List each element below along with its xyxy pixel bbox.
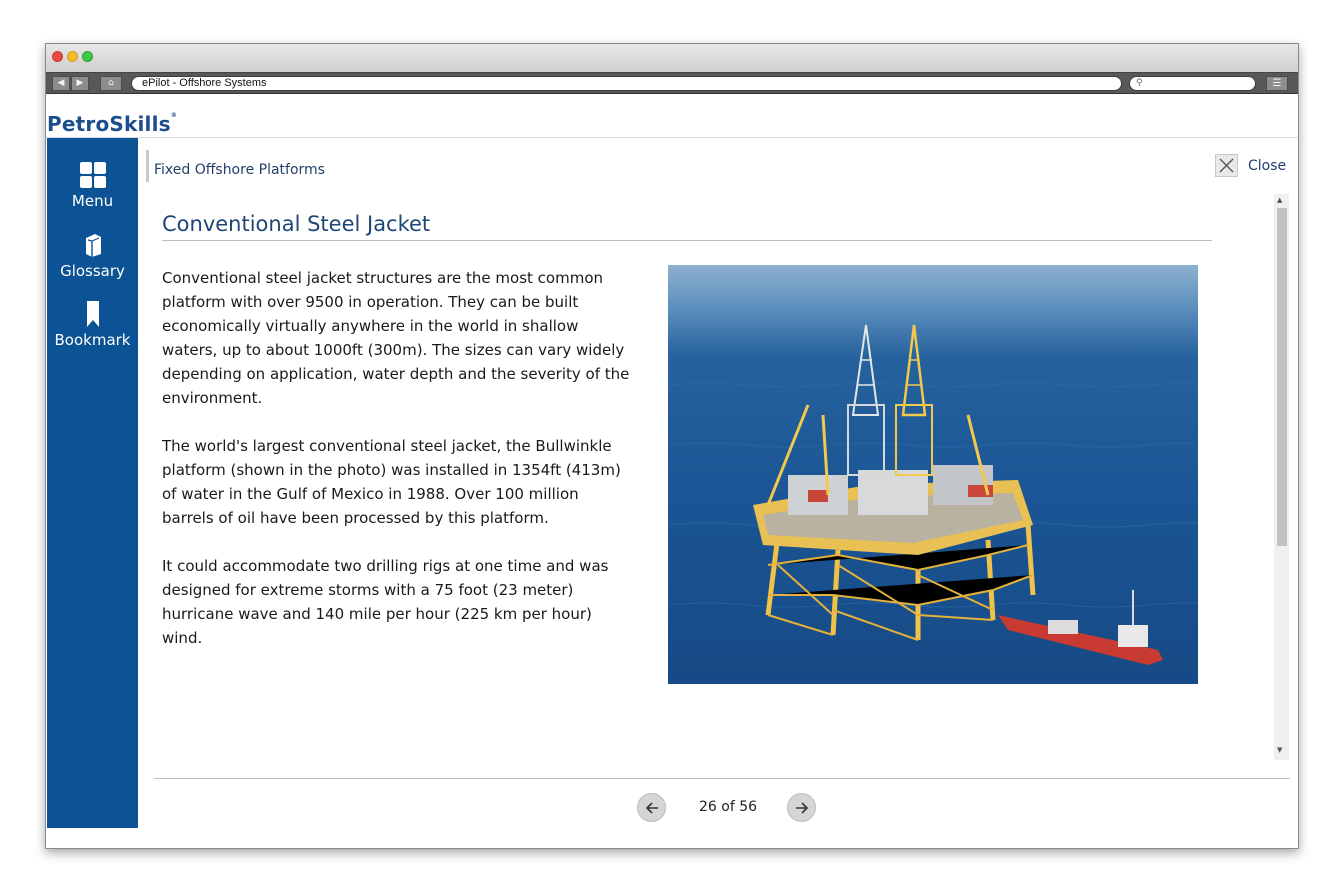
browser-toolbar: ◀ ▶ ⌂ ePilot - Offshore Systems ⚲ ☰ <box>46 72 1298 94</box>
browser-menu-icon[interactable]: ☰ <box>1266 76 1288 91</box>
page-indicator: 26 of 56 <box>698 799 758 815</box>
close-link[interactable]: Close <box>1248 158 1286 174</box>
scroll-down-icon[interactable]: ▼ <box>1277 746 1282 754</box>
title-divider <box>162 240 1212 241</box>
close-button[interactable] <box>1215 154 1238 177</box>
sidebar: Menu Glossary Bookmark <box>47 138 138 828</box>
page-title: Conventional Steel Jacket <box>162 212 431 236</box>
offshore-platform-illustration <box>668 324 1198 665</box>
sidebar-item-menu[interactable]: Menu <box>47 162 138 210</box>
forward-icon[interactable]: ▶ <box>71 76 89 91</box>
book-icon <box>85 234 101 257</box>
close-window-icon[interactable] <box>52 51 63 62</box>
close-icon <box>1219 158 1234 173</box>
grid-icon <box>79 162 106 188</box>
paragraph: The world's largest conventional steel j… <box>162 437 621 527</box>
sidebar-item-label: Menu <box>71 192 114 210</box>
scrollbar-thumb[interactable] <box>1277 208 1287 546</box>
bookmark-icon <box>86 301 99 327</box>
window-titlebar <box>46 44 1298 72</box>
next-page-button[interactable] <box>787 793 816 822</box>
minimize-window-icon[interactable] <box>67 51 78 62</box>
petroskills-logo: PetroSkills® <box>47 112 177 136</box>
footer-divider <box>154 778 1290 779</box>
paragraph: It could accommodate two drilling rigs a… <box>162 557 609 647</box>
sidebar-item-label: Glossary <box>60 262 125 280</box>
arrow-right-icon <box>795 802 808 814</box>
previous-page-button[interactable] <box>637 793 666 822</box>
back-icon[interactable]: ◀ <box>52 76 70 91</box>
maximize-window-icon[interactable] <box>82 51 93 62</box>
platform-photo <box>668 265 1198 684</box>
sidebar-item-glossary[interactable]: Glossary <box>47 232 138 280</box>
search-icon: ⚲ <box>1136 78 1143 88</box>
body-text: Conventional steel jacket structures are… <box>162 266 632 674</box>
address-bar[interactable]: ePilot - Offshore Systems <box>131 76 1122 91</box>
paragraph: Conventional steel jacket structures are… <box>162 269 630 407</box>
arrow-left-icon <box>645 802 658 814</box>
sidebar-item-bookmark[interactable]: Bookmark <box>47 301 138 349</box>
breadcrumb-accent <box>146 150 149 182</box>
browser-window: ◀ ▶ ⌂ ePilot - Offshore Systems ⚲ ☰ Petr… <box>45 43 1299 849</box>
breadcrumb: Fixed Offshore Platforms <box>154 162 325 178</box>
browser-search-input[interactable]: ⚲ <box>1129 76 1256 91</box>
sidebar-item-label: Bookmark <box>54 331 131 349</box>
registered-mark-icon: ® <box>170 112 177 119</box>
home-icon[interactable]: ⌂ <box>100 76 122 91</box>
content-panel: Fixed Offshore Platforms Close Conventio… <box>138 138 1298 828</box>
scroll-up-icon[interactable]: ▲ <box>1277 196 1282 204</box>
